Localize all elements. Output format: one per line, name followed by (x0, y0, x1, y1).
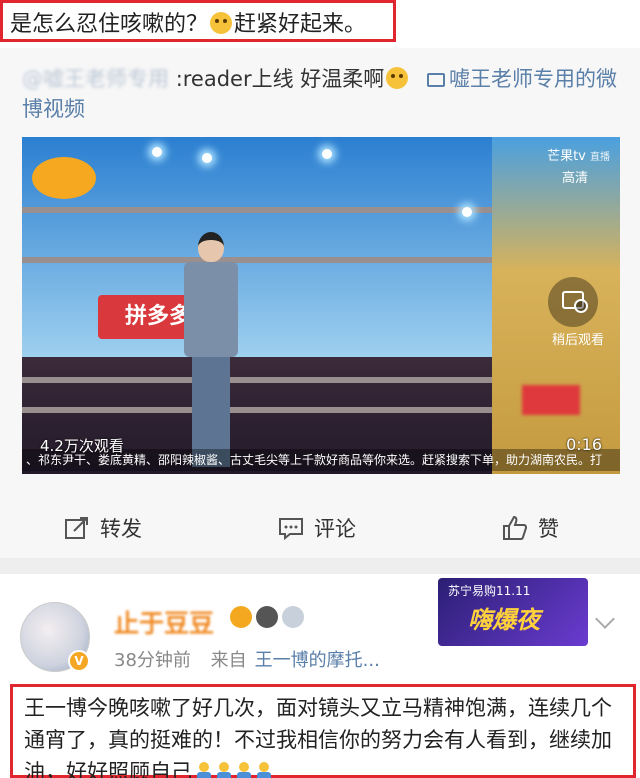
emoji-icon (216, 762, 232, 778)
watch-later-icon (562, 291, 588, 313)
repost-card[interactable]: @嘘王老师专用 :reader上线 好温柔啊 嘘王老师专用的微博视频 拼多多 芒… (0, 48, 640, 558)
watch-later-label: 稍后观看 (551, 333, 604, 348)
repost-author-handle[interactable]: @嘘王老师专用 (22, 67, 169, 91)
section-divider (0, 558, 640, 574)
video-duration: 0:16 (566, 435, 602, 454)
promo-main: 嗨爆夜 (468, 606, 540, 634)
brand-name: 芒果tv (547, 149, 586, 164)
comment-meta: 38分钟前 来自 王一博的摩托... (114, 646, 380, 672)
stage-light-icon (322, 149, 332, 159)
emoji-icon (236, 762, 252, 778)
repost-button[interactable]: 转发 (64, 513, 142, 543)
emoji-group (192, 756, 272, 778)
video-link-icon (426, 73, 445, 87)
promo-banner[interactable]: 苏宁易购11.11 嗨爆夜 (438, 578, 588, 646)
top-comment-text: 是怎么忍住咳嗽的？ 赶紧好起来。 (10, 6, 366, 38)
comment-body: 王一博今晚咳嗽了好几次，面对镜头又立马精神饱满，连续几个通宵了，真的挺难的！不过… (24, 696, 612, 778)
repost-label: 转发 (100, 517, 142, 541)
stage-shelf (22, 407, 492, 413)
stage-shelf (22, 207, 492, 213)
video-player[interactable]: 拼多多 芒果tv 直播 高清 稍后观看 、祁东尹干、娄底黄精、邵阳辣椒酱、古丈毛… (22, 137, 620, 474)
source-prefix: 来自 (210, 650, 247, 671)
video-brand: 芒果tv 直播 (547, 145, 610, 164)
action-bar: 转发 评论 赞 (0, 497, 640, 557)
emoji-icon (386, 67, 409, 89)
stage-light-icon (462, 207, 472, 217)
stage-light-icon (152, 147, 162, 157)
repost-text: @嘘王老师专用 :reader上线 好温柔啊 嘘王老师专用的微博视频 (22, 64, 622, 124)
comment-source-link[interactable]: 王一博的摩托... (255, 650, 380, 671)
comment-time: 38分钟前 (114, 650, 191, 671)
badge-icon (256, 606, 278, 628)
emoji-icon (256, 762, 272, 778)
brand-sub: 直播 (590, 152, 610, 163)
badge-icon (282, 606, 304, 628)
comment-button[interactable]: 评论 (278, 513, 356, 543)
comment-text: 王一博今晚咳嗽了好几次，面对镜头又立马精神饱满，连续几个通宵了，真的挺难的！不过… (24, 692, 622, 778)
top-comment-part1: 是怎么忍住咳嗽的？ (10, 12, 209, 37)
channel-logo-icon (32, 157, 96, 199)
emoji-icon (196, 762, 212, 778)
repost-body: :reader上线 好温柔啊 (175, 67, 385, 91)
top-comment-part2: 赶紧好起来。 (234, 12, 367, 37)
video-views: 4.2万次观看 (40, 437, 124, 455)
video-quality: 高清 (561, 171, 588, 186)
stage-shelf (22, 257, 492, 263)
chevron-down-icon[interactable] (595, 609, 615, 629)
promo-top: 苏宁易购11.11 (448, 584, 531, 598)
comment-label: 评论 (314, 517, 356, 541)
like-label: 赞 (538, 517, 559, 541)
user-badges (230, 606, 304, 628)
verified-badge-icon: V (68, 650, 90, 672)
repost-icon (65, 517, 88, 539)
comment-card: V 止于豆豆 38分钟前 来自 王一博的摩托... 苏宁易购11.11 嗨爆夜 王… (0, 574, 640, 778)
emoji-icon (210, 12, 233, 34)
badge-icon (230, 606, 252, 628)
comment-icon (279, 518, 303, 541)
video-singer-figure (184, 232, 238, 472)
stage-light-icon (202, 153, 212, 163)
thumbs-up-icon (503, 515, 528, 540)
stage-shelf (22, 377, 492, 383)
like-button[interactable]: 赞 (502, 513, 559, 543)
watch-later-button[interactable] (548, 277, 598, 327)
comment-username[interactable]: 止于豆豆 (114, 604, 214, 640)
sponsor-logo (522, 385, 580, 415)
